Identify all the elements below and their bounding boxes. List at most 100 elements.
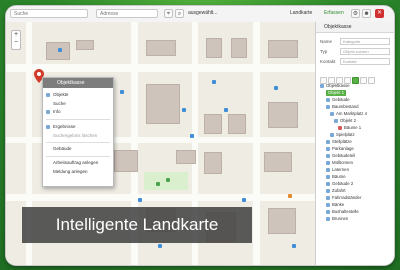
results-icon: [46, 124, 50, 129]
object-icon: [46, 92, 50, 97]
poi-marker[interactable]: [158, 244, 162, 248]
folder-icon: [326, 97, 330, 102]
tree-item[interactable]: Gebäude: [326, 97, 350, 103]
menu-divider: [46, 156, 110, 157]
poi-marker[interactable]: [242, 198, 246, 202]
menu-item-gebaeude[interactable]: Gebäude: [46, 146, 72, 151]
context-menu-header: Objektkasse: [43, 78, 113, 88]
tree-item[interactable]: Bäume 1: [338, 125, 361, 131]
folder-icon: [326, 146, 330, 151]
tree-item[interactable]: Bänke: [326, 202, 344, 208]
poi-marker[interactable]: [212, 80, 216, 84]
folder-icon: [326, 195, 330, 200]
tree-item[interactable]: Gebäude 2: [326, 181, 353, 187]
folder-icon: [326, 160, 330, 165]
tree-item[interactable]: Parkanlage: [326, 146, 354, 152]
poi-marker[interactable]: [182, 108, 186, 112]
search-input[interactable]: Suche: [10, 9, 88, 18]
folder-icon: [326, 153, 330, 158]
field-label: Kontakt: [320, 59, 336, 64]
tree-item[interactable]: Spielplatz: [330, 132, 355, 138]
menu-item-objekte[interactable]: Objekte: [46, 92, 69, 97]
poi-marker[interactable]: [120, 90, 124, 94]
poi-marker[interactable]: [274, 86, 278, 90]
tool-button-active[interactable]: [352, 77, 359, 84]
folder-icon: [326, 209, 330, 214]
tree-item[interactable]: Bäume: [326, 174, 346, 180]
menu-item-info[interactable]: Info: [46, 109, 61, 114]
poi-marker[interactable]: [166, 178, 170, 182]
settings-button[interactable]: ⚙: [351, 9, 360, 18]
building: [76, 40, 94, 50]
folder-icon: [326, 202, 330, 207]
building: [176, 150, 196, 164]
tree-item[interactable]: Am Marktplatz 4: [330, 111, 367, 117]
menu-item-arbeitsauftrag[interactable]: Arbeitsauftrag anlegen: [46, 160, 98, 165]
top-toolbar: Suche Adresse ⌖ ⌕ ausgewählt... Landkart…: [6, 6, 394, 23]
menu-item-meldung[interactable]: Meldung anlegen: [46, 169, 88, 174]
menu-item-ergebnisse[interactable]: Ergebnisse: [46, 124, 76, 129]
poi-marker[interactable]: [58, 48, 62, 52]
building: [231, 38, 247, 58]
tree-item[interactable]: Objekt 2: [334, 118, 356, 124]
tree-item-selected[interactable]: Objekt 1: [326, 90, 347, 96]
contact-field[interactable]: Kontakt: [340, 58, 390, 65]
tree-item[interactable]: Baumbestand: [326, 104, 359, 110]
folder-icon: [326, 216, 330, 221]
gear-icon: ⚙: [352, 11, 359, 17]
address-input[interactable]: Adresse: [96, 9, 158, 18]
folder-icon: [326, 188, 330, 193]
minus-icon[interactable]: −: [14, 39, 18, 46]
type-field[interactable]: Objekt suchen: [340, 48, 390, 55]
plus-icon[interactable]: +: [14, 31, 18, 38]
folder-icon: [326, 181, 330, 186]
menu-item-suchergebnis-loeschen[interactable]: Suchergebnis löschen: [46, 133, 97, 138]
folder-icon: [330, 111, 334, 116]
magnifier-icon: ⌕: [177, 11, 182, 17]
poi-marker[interactable]: [156, 182, 160, 186]
tree-item[interactable]: Fahrradständer: [326, 195, 361, 201]
building: [146, 40, 176, 56]
building: [206, 38, 222, 58]
street: [6, 194, 315, 201]
poi-marker[interactable]: [288, 194, 292, 198]
tree-item[interactable]: Objektkasse: [320, 83, 350, 89]
building: [146, 84, 180, 124]
zoom-button[interactable]: ⌕: [175, 9, 184, 18]
folder-icon: [326, 174, 330, 179]
menu-item-suche[interactable]: Suche: [46, 101, 66, 106]
locate-button[interactable]: ⌖: [164, 9, 173, 18]
tool-button[interactable]: [368, 77, 375, 84]
tree-item[interactable]: Mülltonnen: [326, 160, 353, 166]
menu-divider: [46, 119, 110, 120]
poi-marker[interactable]: [138, 198, 142, 202]
close-button[interactable]: ✕: [375, 9, 384, 18]
tool-button[interactable]: [360, 77, 367, 84]
field-label: Name: [320, 39, 333, 44]
poi-marker[interactable]: [292, 244, 296, 248]
zoom-control[interactable]: + −: [11, 30, 21, 50]
building: [204, 152, 222, 174]
tree-item[interactable]: Brunnen: [326, 216, 348, 222]
panel-title: Objektkasse: [324, 24, 352, 30]
tree-node-icon: [338, 125, 342, 130]
tree-item[interactable]: Zufahrt: [326, 188, 346, 194]
menu-divider: [46, 142, 110, 143]
panel-header: Objektkasse: [316, 22, 394, 33]
folder-icon: [326, 104, 330, 109]
building: [204, 114, 222, 134]
mode-toggle[interactable]: Erfassen: [324, 10, 344, 16]
folder-icon: [330, 132, 334, 137]
poi-marker[interactable]: [190, 134, 194, 138]
tree-item[interactable]: Laternen: [326, 167, 349, 173]
tree-item[interactable]: Stellplätze: [326, 139, 352, 145]
tree-item[interactable]: Gebäudeteil: [326, 153, 355, 159]
street: [253, 22, 260, 265]
name-field[interactable]: Kategorie: [340, 38, 390, 45]
folder-icon: [320, 83, 324, 88]
layer-select[interactable]: Landkarte: [290, 10, 312, 16]
poi-marker[interactable]: [224, 108, 228, 112]
tree-item[interactable]: Bushaltestelle: [326, 209, 359, 215]
info-icon: [46, 109, 50, 114]
user-button[interactable]: ☻: [362, 9, 371, 18]
